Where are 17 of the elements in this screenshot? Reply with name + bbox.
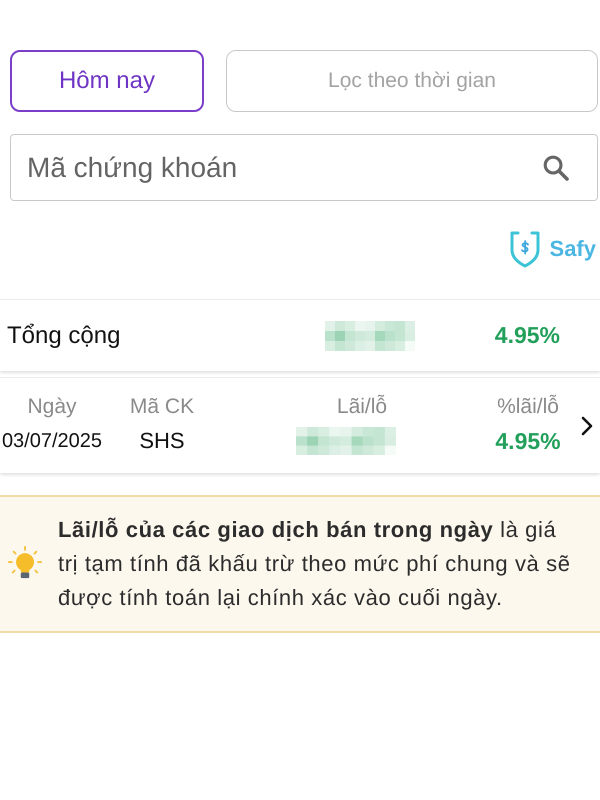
percent-cell: 4.95% bbox=[495, 428, 561, 454]
trade-card[interactable]: Ngày Mã CK Lãi/lỗ %lãi/lỗ 03/07/2025 SHS 4.95% bbox=[0, 377, 600, 473]
date-cell: 03/07/2025 bbox=[2, 430, 102, 452]
total-label: Tổng cộng bbox=[7, 322, 122, 350]
chevron-right-icon[interactable] bbox=[581, 416, 593, 436]
column-header: Mã CK bbox=[130, 395, 194, 419]
shield-dollar-icon bbox=[508, 230, 542, 268]
brand-name: Safy bbox=[550, 236, 596, 262]
column-header: Ngày bbox=[27, 395, 77, 419]
symbol-cell: SHS bbox=[139, 428, 185, 454]
search-field[interactable]: Mã chứng khoán bbox=[10, 134, 598, 201]
total-percent: 4.95% bbox=[494, 322, 560, 349]
filter-tab[interactable]: Hôm nay bbox=[10, 50, 204, 112]
column-header: Lãi/lỗ bbox=[336, 395, 388, 419]
column-header: %lãi/lỗ bbox=[497, 395, 559, 419]
search-icon[interactable] bbox=[541, 153, 570, 182]
note-text: Lãi/lỗ của các giao dịch bán trong ngày là giá trị tạm tính đã khấu trừ theo mức phí chung và sẽ được tính toán lại chính xác vào cuối ngày. bbox=[58, 516, 572, 612]
